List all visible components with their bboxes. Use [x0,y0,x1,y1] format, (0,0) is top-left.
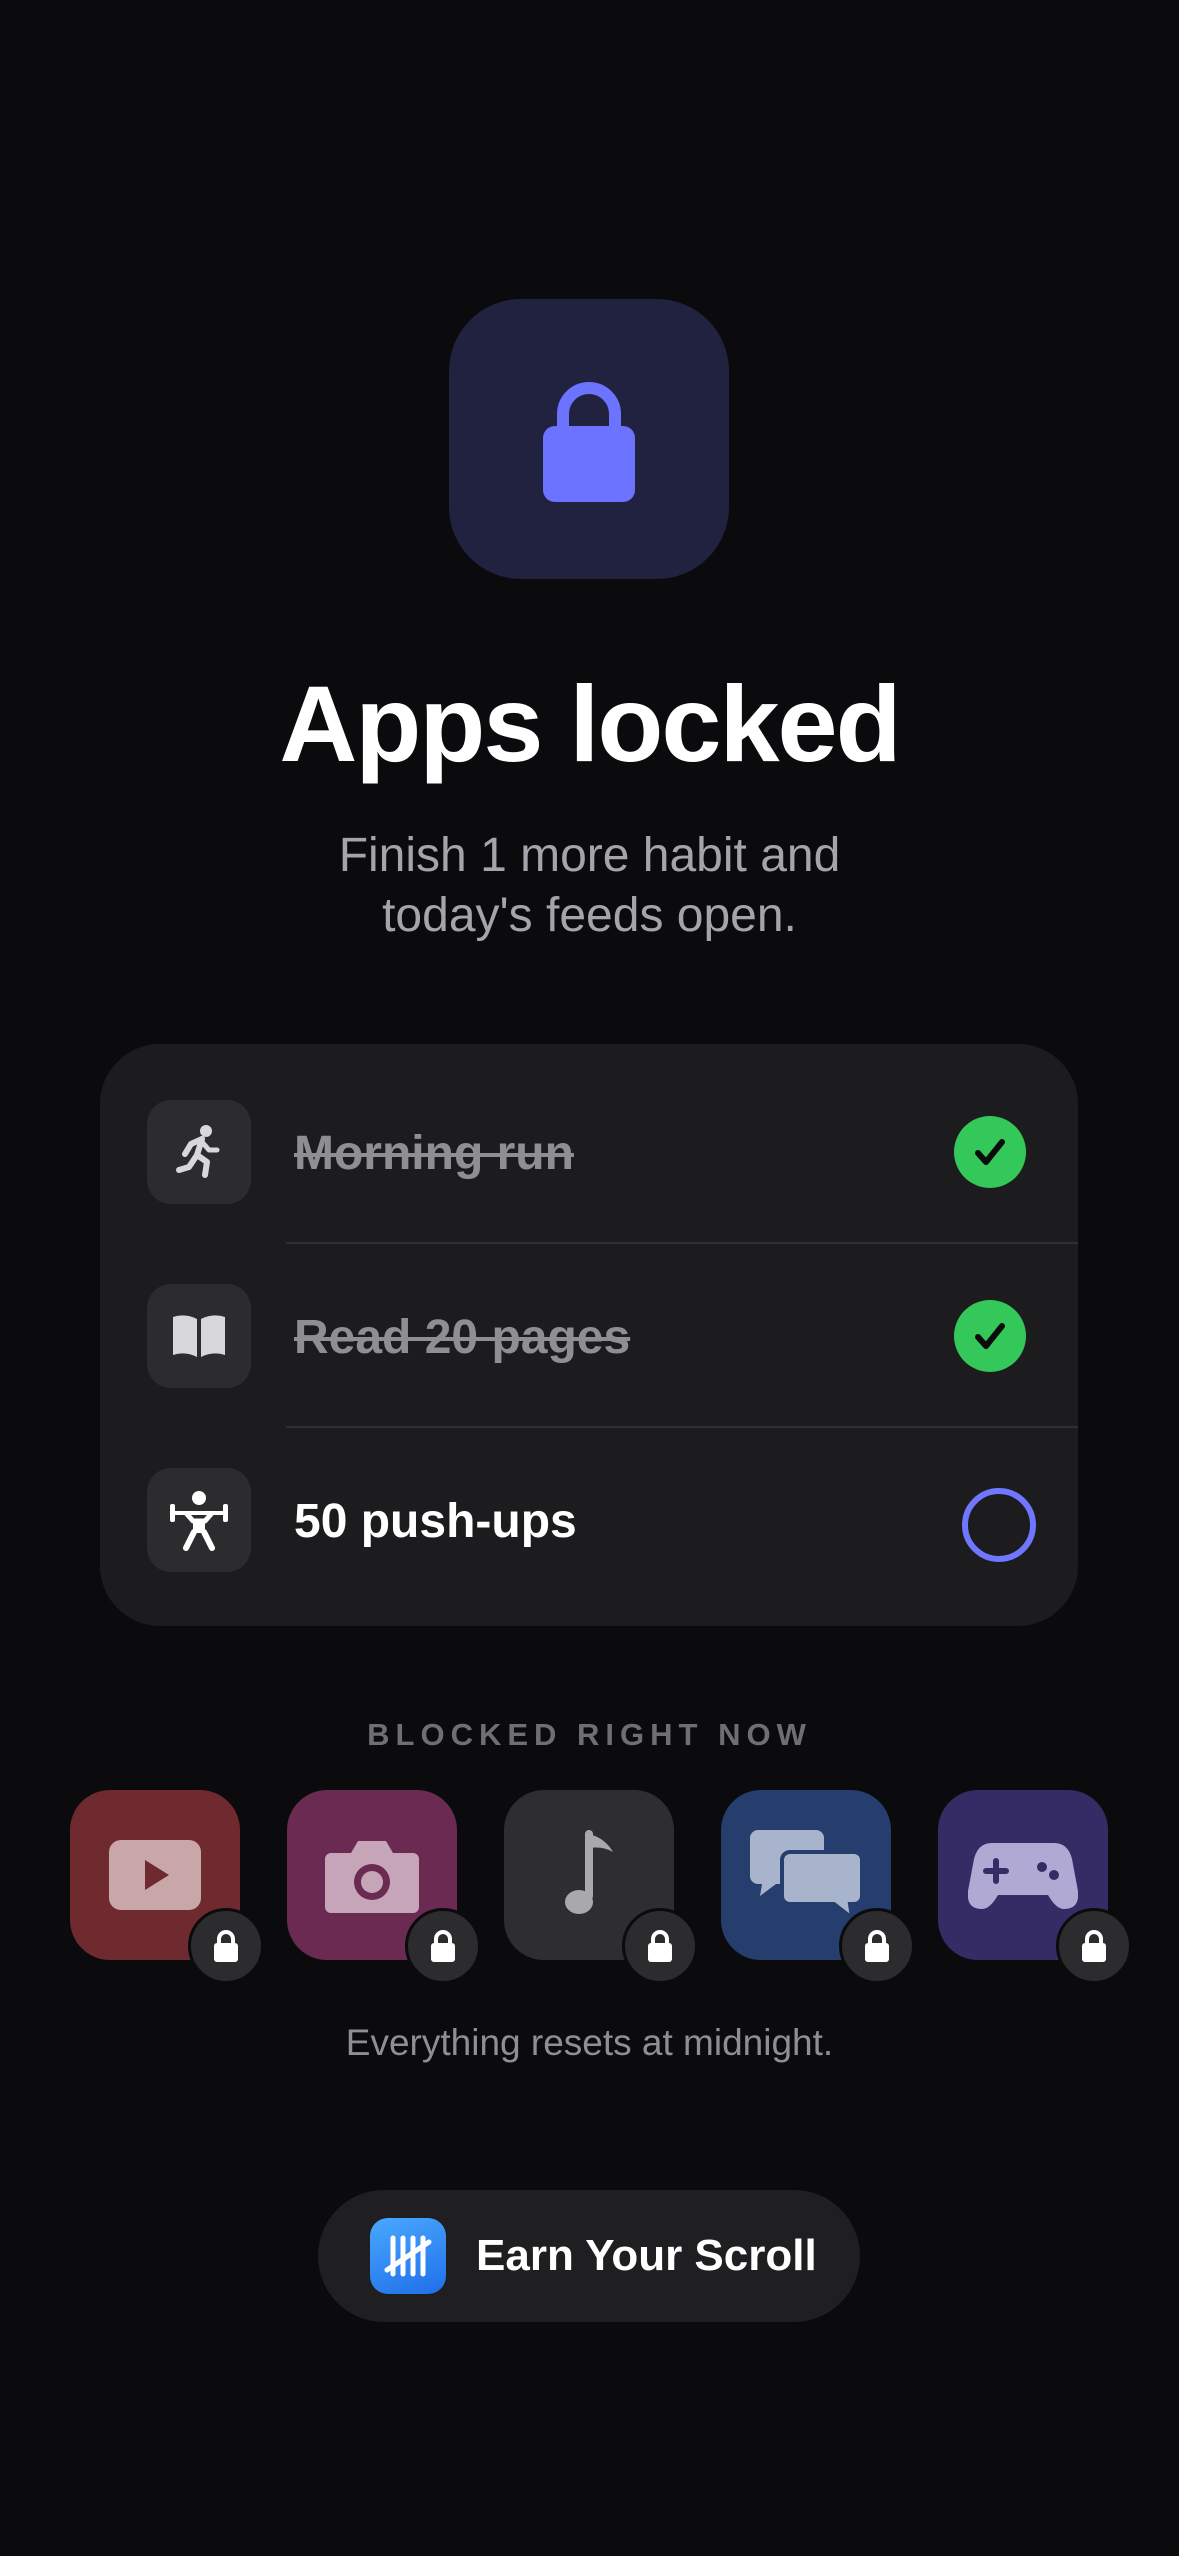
habit-checklist: Morning run Read 20 pages 50 push-ups [100,1044,1078,1626]
habit-label: Morning run [294,1127,574,1180]
habit-label: Read 20 pages [294,1311,631,1364]
reset-note: Everything resets at midnight. [345,2022,834,2063]
tally-marks-icon [370,2218,446,2294]
hero-lock-tile [449,299,729,579]
blocked-app-camera[interactable] [287,1790,481,1984]
weightlifting-icon [147,1468,251,1572]
habit-row-morning-run[interactable]: Morning run [100,1044,1078,1228]
lock-icon [865,1930,889,1962]
lock-badge [1056,1908,1132,1984]
lock-badge [405,1908,481,1984]
video-play-icon [109,1840,201,1910]
completed-check-icon[interactable] [954,1300,1026,1372]
blocked-app-music[interactable] [504,1790,698,1984]
music-note-icon [565,1830,613,1914]
running-icon [147,1100,251,1204]
incomplete-circle-icon[interactable] [962,1488,1036,1562]
lock-icon [648,1930,672,1962]
lock-icon [1082,1930,1106,1962]
lock-icon [214,1930,238,1962]
habit-row-read-pages[interactable]: Read 20 pages [100,1228,1078,1412]
blocked-app-games[interactable] [938,1790,1132,1984]
camera-icon [325,1841,419,1913]
habit-label: 50 push-ups [294,1495,577,1548]
cta-label: Earn Your Scroll [476,2231,817,2280]
lock-badge [839,1908,915,1984]
subtitle-line-2: today's feeds open. [382,889,797,942]
blocked-app-messages[interactable] [721,1790,915,1984]
page-title: Apps locked [279,663,901,784]
subtitle-line-1: Finish 1 more habit and [338,829,841,882]
page-subtitle: Finish 1 more habit and today's feeds op… [0,826,1179,946]
completed-check-icon[interactable] [954,1116,1026,1188]
lock-icon [431,1930,455,1962]
section-label-blocked: BLOCKED RIGHT NOW [367,1717,812,1752]
lock-badge [622,1908,698,1984]
blocked-app-video[interactable] [70,1790,264,1984]
game-controller-icon [968,1843,1078,1909]
lock-icon [543,382,635,502]
chat-bubbles-icon [750,1830,862,1920]
earn-your-scroll-button[interactable]: Earn Your Scroll [318,2190,860,2322]
book-icon [147,1284,251,1388]
habit-row-push-ups[interactable]: 50 push-ups [100,1412,1078,1596]
lock-badge [188,1908,264,1984]
